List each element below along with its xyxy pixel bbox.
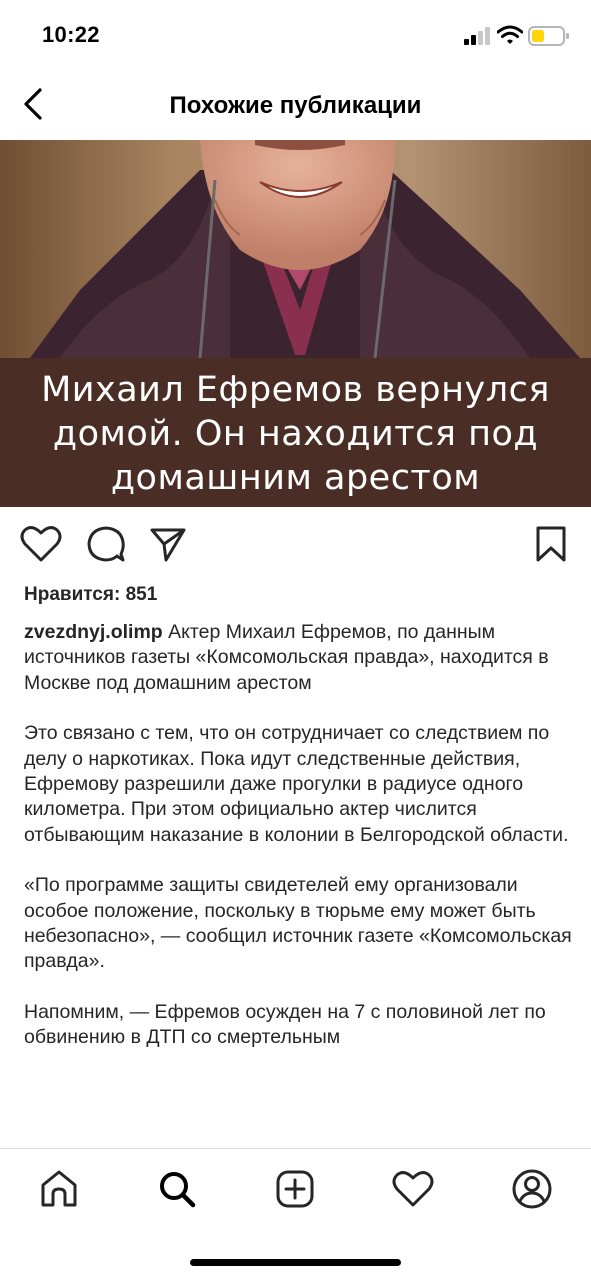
username-link[interactable]: zvezdnyj.olimp xyxy=(24,621,163,643)
image-caption-band: Михаил Ефремов вернулся домой. Он находи… xyxy=(0,358,591,507)
caption-paragraph: Это связано с тем, что он сотрудничает с… xyxy=(24,722,569,846)
send-icon[interactable] xyxy=(148,524,188,564)
cellular-signal-icon xyxy=(464,27,490,45)
caption-paragraph: «По программе защиты свидетелей ему орга… xyxy=(24,874,572,973)
caption-paragraph: Напомним, — Ефремов осужден на 7 с полов… xyxy=(24,1000,546,1049)
home-icon[interactable] xyxy=(37,1167,81,1211)
likes-count[interactable]: Нравится: 851 xyxy=(24,584,157,606)
status-time: 10:22 xyxy=(42,22,100,47)
status-bar: 10:22 xyxy=(0,0,591,70)
battery-icon xyxy=(528,26,569,46)
caption-paragraph: zvezdnyj.olimp Актер Михаил Ефремов, по … xyxy=(24,620,574,696)
page-title: Похожие публикации xyxy=(169,92,422,119)
add-post-icon[interactable] xyxy=(273,1167,317,1211)
activity-heart-icon[interactable] xyxy=(391,1167,435,1211)
image-caption-line: Михаил Ефремов вернулся xyxy=(41,370,550,410)
portrait-photo xyxy=(0,140,591,359)
image-caption-line: домашним арестом xyxy=(110,458,481,498)
search-icon[interactable] xyxy=(155,1167,199,1211)
profile-icon[interactable] xyxy=(510,1167,554,1211)
image-caption-text: Михаил Ефремов вернулся домой. Он находи… xyxy=(0,368,591,500)
image-caption-line: домой. Он находится под xyxy=(52,414,539,454)
post-actions xyxy=(0,520,591,570)
bookmark-icon[interactable] xyxy=(534,524,568,564)
home-indicator[interactable] xyxy=(190,1259,401,1266)
nav-header: Похожие публикации xyxy=(0,70,591,140)
post-image[interactable]: Михаил Ефремов вернулся домой. Он находи… xyxy=(0,140,591,507)
heart-icon[interactable] xyxy=(20,524,62,564)
bottom-tab-bar xyxy=(0,1148,591,1281)
comment-icon[interactable] xyxy=(86,524,126,564)
post-caption: zvezdnyj.olimp Актер Михаил Ефремов, по … xyxy=(24,620,574,1076)
wifi-icon xyxy=(497,25,523,44)
